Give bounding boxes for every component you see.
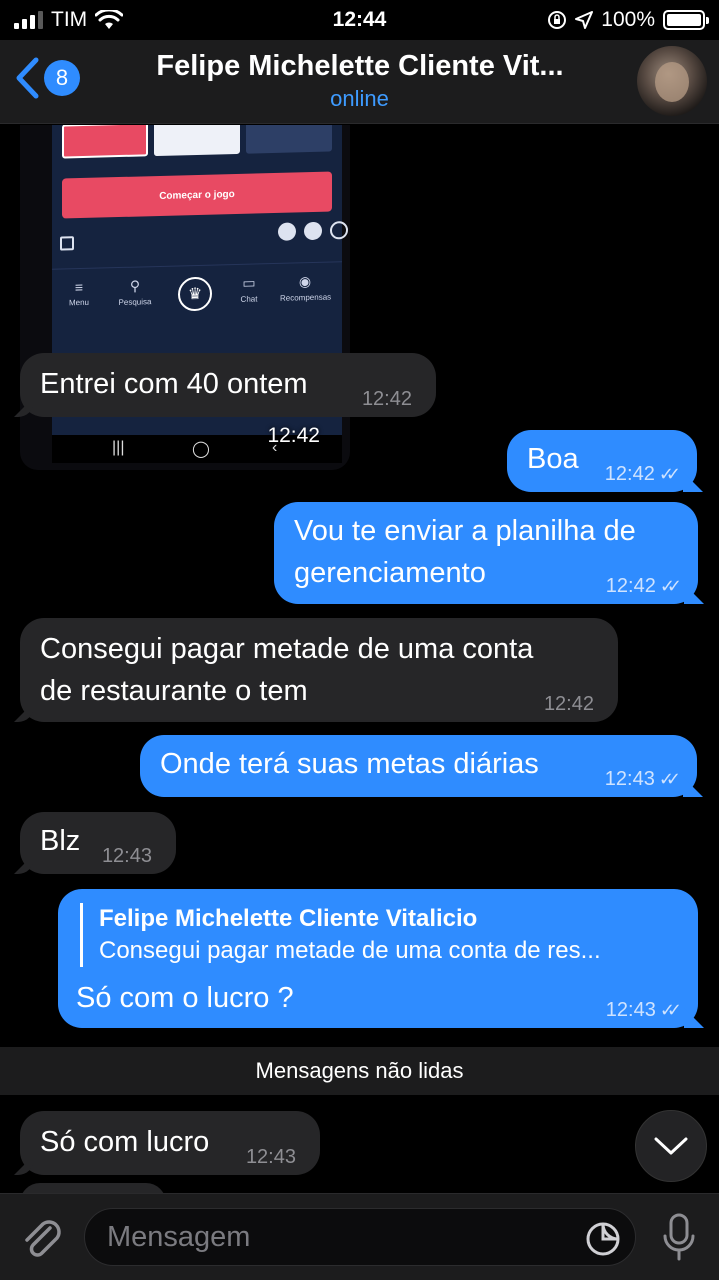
incoming-message[interactable]: Blz 12:43 xyxy=(20,812,176,874)
sticker-icon[interactable] xyxy=(585,1221,621,1257)
quoted-reply[interactable]: Felipe Michelette Cliente Vitalicio Cons… xyxy=(80,903,676,967)
incoming-message[interactable]: Entrei com 40 ontem 12:42 xyxy=(20,353,436,417)
chat-title[interactable]: Felipe Michelette Cliente Vit... xyxy=(140,50,580,83)
outgoing-message[interactable]: Vou te enviar a planilha de gerenciament… xyxy=(274,502,698,604)
location-arrow-icon xyxy=(575,11,594,29)
read-checkmarks-icon: ✓✓ xyxy=(659,576,682,596)
message-time: 12:43 xyxy=(245,1146,296,1168)
reply-snippet: Consegui pagar metade de uma conta de re… xyxy=(99,937,601,964)
photo-timestamp: 12:42 xyxy=(267,424,320,447)
message-text-line: de restaurante o tem xyxy=(40,675,308,707)
message-text-line: Vou te enviar a planilha de xyxy=(294,515,636,547)
scroll-to-bottom-button[interactable] xyxy=(635,1110,707,1182)
outgoing-reply-message[interactable]: Felipe Michelette Cliente Vitalicio Cons… xyxy=(58,889,698,1028)
game-nav-search: Pesquisa xyxy=(118,297,152,308)
start-game-label: Começar o jogo xyxy=(62,171,332,219)
reply-author: Felipe Michelette Cliente Vitalicio xyxy=(99,905,478,932)
chat-header: 8 Felipe Michelette Cliente Vit... onlin… xyxy=(0,40,719,124)
unread-messages-divider: Mensagens não lidas xyxy=(0,1047,719,1095)
message-time: 12:43 xyxy=(101,845,152,867)
message-time: 12:42 xyxy=(604,463,655,485)
message-text: Só com o lucro ? xyxy=(76,982,294,1014)
game-nav-chat: Chat xyxy=(240,294,258,304)
online-status: online xyxy=(330,86,389,111)
read-checkmarks-icon: ✓✓ xyxy=(658,464,681,484)
incoming-message-partial[interactable] xyxy=(20,1183,166,1193)
game-nav-rewards: Recompensas xyxy=(280,292,332,303)
outgoing-message[interactable]: Onde terá suas metas diárias 12:43 ✓✓ xyxy=(140,735,697,797)
message-time: 12:42 xyxy=(361,388,412,410)
game-nav-menu: Menu xyxy=(68,297,89,308)
avatar[interactable] xyxy=(637,46,707,116)
battery-percent: 100% xyxy=(601,8,655,31)
composer-bar xyxy=(0,1193,719,1280)
status-bar: TIM 12:44 100% xyxy=(0,0,719,40)
microphone-icon[interactable] xyxy=(661,1212,697,1262)
outgoing-message[interactable]: Boa 12:42 ✓✓ xyxy=(507,430,697,492)
photo-message[interactable]: Começar o jogo ≡ Menu ⚲ Pesquisa ▭ Chat ◉ Re… xyxy=(20,125,350,470)
message-field[interactable] xyxy=(84,1208,636,1266)
battery-icon xyxy=(663,10,709,30)
message-text: Entrei com 40 ontem xyxy=(40,368,308,400)
chevron-down-icon xyxy=(654,1137,688,1155)
message-input[interactable] xyxy=(107,1209,567,1265)
message-text: Onde terá suas metas diárias xyxy=(160,748,539,780)
message-list[interactable]: Começar o jogo ≡ Menu ⚲ Pesquisa ▭ Chat ◉ Re… xyxy=(0,125,719,1193)
message-time: 12:43 xyxy=(605,999,656,1021)
paperclip-icon[interactable] xyxy=(18,1214,64,1260)
message-text-line: Consegui pagar metade de uma conta xyxy=(40,633,534,665)
incoming-message[interactable]: Só com lucro 12:43 xyxy=(20,1111,320,1175)
message-time: 12:42 xyxy=(543,693,594,715)
message-text: Boa xyxy=(527,443,579,475)
message-text: Só com lucro xyxy=(40,1126,210,1158)
read-checkmarks-icon: ✓✓ xyxy=(658,769,681,789)
read-checkmarks-icon: ✓✓ xyxy=(659,1000,682,1020)
incoming-message[interactable]: Consegui pagar metade de uma conta de re… xyxy=(20,618,618,722)
orientation-lock-icon xyxy=(548,11,567,29)
message-time: 12:42 xyxy=(605,575,656,597)
message-text: Blz xyxy=(40,825,81,857)
message-time: 12:43 xyxy=(604,768,655,790)
